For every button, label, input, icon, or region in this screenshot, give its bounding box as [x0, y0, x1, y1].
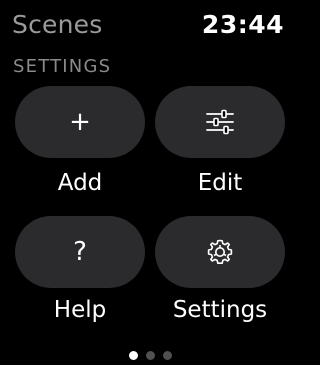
watch-screen: Scenes 23:44 SETTINGS + Add Edit ? Help: [0, 0, 300, 365]
page-dot-2: [145, 351, 155, 360]
sliders-icon: [206, 109, 234, 135]
plus-icon: +: [69, 107, 91, 137]
help-button[interactable]: ?: [15, 216, 145, 288]
app-title[interactable]: Scenes: [12, 10, 102, 39]
edit-label: Edit: [197, 170, 243, 196]
page-indicator: [0, 351, 300, 360]
add-label: Add: [57, 170, 103, 196]
question-icon: ?: [73, 237, 87, 267]
page-dot-3: [162, 351, 172, 360]
clock-time: 23:44: [201, 10, 284, 39]
settings-button[interactable]: [155, 216, 285, 288]
page-dot-1: [128, 351, 138, 360]
help-label: Help: [53, 297, 107, 323]
edit-button[interactable]: [155, 86, 285, 158]
section-header: SETTINGS: [13, 56, 112, 77]
add-button[interactable]: +: [15, 86, 145, 158]
gear-icon: [207, 239, 233, 264]
settings-label: Settings: [172, 297, 268, 323]
